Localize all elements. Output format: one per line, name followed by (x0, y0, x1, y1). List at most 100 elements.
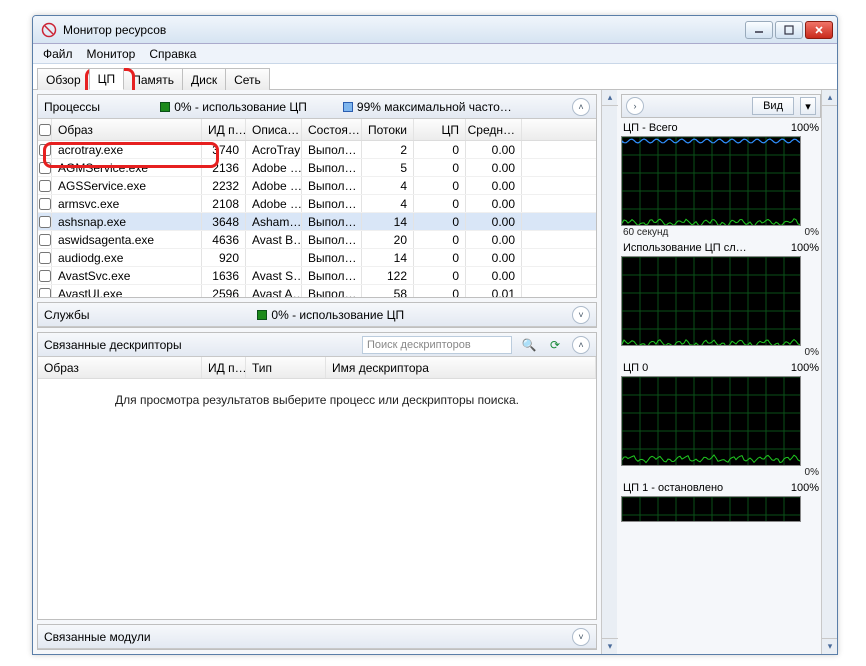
tab-cpu[interactable]: ЦП (89, 68, 125, 90)
cell-threads: 20 (362, 231, 414, 248)
close-button[interactable] (805, 21, 833, 39)
collapse-handles-button[interactable]: ˄ (572, 336, 590, 354)
cell-desc: Avast A… (246, 285, 302, 297)
table-row[interactable]: acrotray.exe3740AcroTrayВыпол…200.00 (38, 141, 596, 159)
cell-desc: Asham… (246, 213, 302, 230)
cell-cpu: 0 (414, 213, 466, 230)
vertical-scrollbar-left[interactable]: ▴ ▾ (601, 90, 617, 654)
cell-image: aswidsagenta.exe (52, 231, 202, 248)
cell-image: audiodg.exe (52, 249, 202, 266)
col-checkbox[interactable] (38, 119, 52, 140)
table-row[interactable]: AGSService.exe2232Adobe …Выпол…400.00 (38, 177, 596, 195)
chart-footer-right: 0% (805, 227, 819, 238)
handles-search-input[interactable] (362, 336, 512, 354)
expand-modules-button[interactable]: ˅ (572, 628, 590, 646)
cell-avg: 0.00 (466, 213, 522, 230)
table-row[interactable]: AvastSvc.exe1636Avast S…Выпол…12200.00 (38, 267, 596, 285)
handles-title: Связанные дескрипторы (44, 338, 182, 352)
cell-cpu: 0 (414, 177, 466, 194)
chart-right-label: 100% (791, 362, 819, 374)
processes-rows: acrotray.exe3740AcroTrayВыпол…200.00AGMS… (38, 141, 596, 297)
cell-cpu: 0 (414, 195, 466, 212)
chart-right-label: 100% (791, 482, 819, 494)
minimize-button[interactable] (745, 21, 773, 39)
cell-desc: AcroTray (246, 141, 302, 158)
tab-memory[interactable]: Память (123, 68, 183, 90)
cell-avg: 0.00 (466, 267, 522, 284)
tab-network[interactable]: Сеть (225, 68, 270, 90)
row-checkbox[interactable] (38, 231, 52, 248)
col-cpu[interactable]: ЦП (414, 119, 466, 140)
col-image[interactable]: Образ (52, 119, 202, 140)
scroll-down-icon[interactable]: ▾ (602, 638, 618, 654)
cell-pid: 2136 (202, 159, 246, 176)
scroll-up-icon[interactable]: ▴ (602, 90, 618, 106)
view-dropdown-button[interactable]: ▾ (800, 97, 816, 115)
view-button[interactable]: Вид (752, 97, 794, 115)
services-cpu-usage: 0% - использование ЦП (257, 308, 404, 322)
col-avg[interactable]: Средн… (466, 119, 522, 140)
modules-header[interactable]: Связанные модули ˅ (38, 625, 596, 649)
cell-image: AGMService.exe (52, 159, 202, 176)
col-description[interactable]: Описа… (246, 119, 302, 140)
select-all-checkbox[interactable] (39, 124, 51, 136)
scroll-up-icon[interactable]: ▴ (822, 90, 838, 106)
collapse-processes-button[interactable]: ˄ (572, 98, 590, 116)
max-freq-label: 99% максимальной часто… (343, 100, 512, 114)
row-checkbox[interactable] (38, 267, 52, 284)
col-status[interactable]: Состоя… (302, 119, 362, 140)
services-title: Службы (44, 308, 89, 322)
tab-overview[interactable]: Обзор (37, 68, 90, 90)
hcol-pid[interactable]: ИД п… (202, 357, 246, 378)
hcol-image[interactable]: Образ (38, 357, 202, 378)
table-row[interactable]: aswidsagenta.exe4636Avast B…Выпол…2000.0… (38, 231, 596, 249)
row-checkbox[interactable] (38, 285, 52, 297)
hcol-name[interactable]: Имя дескриптора (326, 357, 596, 378)
row-checkbox[interactable] (38, 249, 52, 266)
window-title: Монитор ресурсов (63, 23, 745, 37)
cell-desc: Adobe … (246, 195, 302, 212)
vertical-scrollbar-right[interactable]: ▴ ▾ (821, 90, 837, 654)
menu-help[interactable]: Справка (149, 47, 196, 61)
maximize-button[interactable] (775, 21, 803, 39)
cell-desc: Avast B… (246, 231, 302, 248)
cell-avg: 0.01 (466, 285, 522, 297)
cell-image: AGSService.exe (52, 177, 202, 194)
tab-disk[interactable]: Диск (182, 68, 226, 90)
processes-header[interactable]: Процессы 0% - использование ЦП 99% макси… (38, 95, 596, 119)
cell-image: AvastUI.exe (52, 285, 202, 297)
row-checkbox[interactable] (38, 213, 52, 230)
row-checkbox[interactable] (38, 195, 52, 212)
table-row[interactable]: ashsnap.exe3648Asham…Выпол…1400.00 (38, 213, 596, 231)
titlebar[interactable]: Монитор ресурсов (33, 16, 837, 44)
cpu-usage-label: 0% - использование ЦП (160, 100, 307, 114)
chart-block: ЦП 0100%0% (621, 362, 821, 478)
chart-canvas (621, 256, 801, 346)
col-pid[interactable]: ИД п… (202, 119, 246, 140)
cell-desc: Adobe … (246, 177, 302, 194)
table-row[interactable]: audiodg.exe920Выпол…1400.00 (38, 249, 596, 267)
row-checkbox[interactable] (38, 159, 52, 176)
cell-avg: 0.00 (466, 231, 522, 248)
expand-services-button[interactable]: ˅ (572, 306, 590, 324)
menu-file[interactable]: Файл (43, 47, 73, 61)
refresh-icon[interactable]: ⟳ (546, 336, 564, 354)
search-icon[interactable]: 🔍 (520, 336, 538, 354)
handles-header[interactable]: Связанные дескрипторы 🔍 ⟳ ˄ (38, 333, 596, 357)
hcol-type[interactable]: Тип (246, 357, 326, 378)
table-row[interactable]: AGMService.exe2136Adobe …Выпол…500.00 (38, 159, 596, 177)
table-row[interactable]: AvastUI.exe2596Avast A…Выпол…5800.01 (38, 285, 596, 297)
row-checkbox[interactable] (38, 141, 52, 158)
cell-cpu: 0 (414, 249, 466, 266)
chart-title: ЦП - Всего (623, 122, 678, 134)
scroll-down-icon[interactable]: ▾ (822, 638, 838, 654)
col-threads[interactable]: Потоки (362, 119, 414, 140)
cell-cpu: 0 (414, 267, 466, 284)
modules-panel: Связанные модули ˅ (37, 624, 597, 650)
cell-threads: 4 (362, 195, 414, 212)
menu-monitor[interactable]: Монитор (87, 47, 136, 61)
services-header[interactable]: Службы 0% - использование ЦП ˅ (38, 303, 596, 327)
row-checkbox[interactable] (38, 177, 52, 194)
charts-collapse-button[interactable]: › (626, 97, 644, 115)
table-row[interactable]: armsvc.exe2108Adobe …Выпол…400.00 (38, 195, 596, 213)
